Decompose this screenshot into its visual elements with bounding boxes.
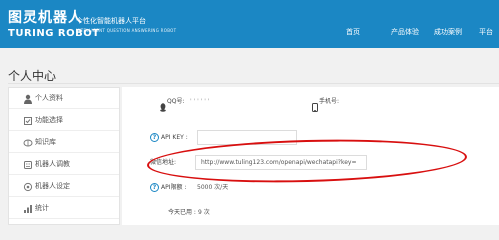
wechat-address-label: 微信地址: — [150, 159, 177, 166]
sidebar-item-label: 统计 — [35, 204, 49, 212]
title-divider — [8, 83, 499, 84]
function-icon — [23, 116, 33, 126]
user-icon — [23, 94, 33, 104]
used-today-label: 今天已用 : — [168, 209, 196, 216]
stats-icon — [23, 204, 33, 214]
nav-product-experience[interactable]: 产品体验 — [391, 26, 419, 38]
slogan-en: INTELLIGENT QUESTION ANSWERING ROBOT — [76, 28, 177, 33]
sidebar-item-label: 机器人设定 — [35, 182, 70, 190]
sidebar-item-label: 知识库 — [35, 138, 56, 146]
api-key-field[interactable] — [197, 130, 297, 145]
sidebar-item-knowledge[interactable]: 知识库 — [9, 132, 119, 153]
page-title: 个人中心 — [8, 69, 57, 83]
nav-home[interactable]: 首页 — [346, 26, 360, 38]
api-key-row: ? API KEY : — [150, 133, 188, 142]
qq-value: ' ' ' ' ' ' — [190, 98, 210, 105]
qq-label: QQ号: — [167, 98, 185, 105]
settings-icon — [23, 182, 33, 192]
phone-label: 手机号: — [319, 98, 340, 105]
wechat-address-field[interactable]: http://www.tuling123.com/openapi/wechata… — [195, 155, 367, 170]
knowledge-icon — [23, 138, 33, 148]
sidebar-item-robot-settings[interactable]: 机器人设定 — [9, 176, 119, 197]
sidebar-item-label: 机器人调教 — [35, 160, 70, 168]
used-today-value: 9 次 — [198, 209, 210, 216]
sidebar-item-robot-training[interactable]: 机器人调教 — [9, 154, 119, 175]
api-quota-row: ? API限额 : — [150, 183, 186, 192]
nav-platform[interactable]: 平台 — [479, 26, 493, 38]
api-quota-value: 5000 次/天 — [197, 184, 229, 191]
robot-icon — [23, 160, 33, 170]
sidebar-item-label: 个人资料 — [35, 94, 63, 102]
sidebar-item-profile[interactable]: 个人资料 — [9, 88, 119, 109]
api-key-label: API KEY : — [161, 134, 188, 141]
sidebar-item-stats[interactable]: 统计 — [9, 198, 119, 219]
help-icon[interactable]: ? — [150, 133, 159, 142]
qq-icon — [160, 97, 166, 112]
nav-success-cases[interactable]: 成功案例 — [434, 26, 462, 38]
phone-icon — [312, 97, 318, 112]
sidebar: 个人资料 功能选择 知识库 机器人调教 机器人设定 统计 — [8, 87, 120, 225]
slogan: 个性化智能机器人平台 INTELLIGENT QUESTION ANSWERIN… — [76, 17, 176, 34]
api-quota-label: API限额 : — [161, 184, 187, 191]
slogan-cn: 个性化智能机器人平台 — [76, 17, 146, 25]
help-icon[interactable]: ? — [150, 183, 159, 192]
sidebar-item-label: 功能选择 — [35, 116, 63, 124]
top-header: 图灵机器人 TURING ROBOT 个性化智能机器人平台 INTELLIGEN… — [0, 0, 499, 48]
sidebar-item-functions[interactable]: 功能选择 — [9, 110, 119, 131]
